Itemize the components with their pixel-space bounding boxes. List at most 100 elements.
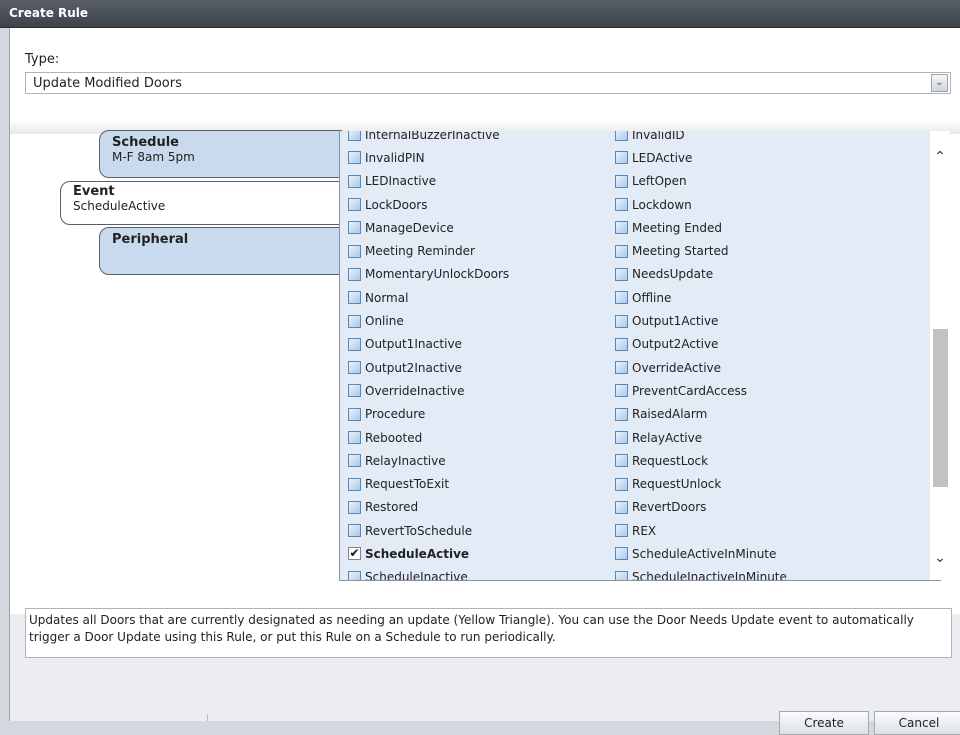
peripheral-card-title: Peripheral	[112, 232, 189, 247]
event-checkbox[interactable]	[615, 407, 628, 421]
event-checkbox-item[interactable]: NeedsUpdate	[615, 263, 787, 286]
event-checkbox[interactable]	[615, 361, 628, 375]
event-checkbox[interactable]	[348, 244, 361, 258]
event-checkbox[interactable]	[348, 174, 361, 188]
event-checkbox[interactable]	[348, 477, 361, 491]
peripheral-card[interactable]: Peripheral	[99, 227, 349, 275]
event-checkbox-label: Meeting Reminder	[365, 244, 475, 259]
scrollbar-thumb[interactable]	[933, 329, 948, 487]
event-checkbox-item[interactable]: OverrideActive	[615, 356, 787, 379]
event-checkbox-item[interactable]: Meeting Reminder	[348, 239, 509, 262]
event-checkbox[interactable]	[348, 221, 361, 235]
event-checkbox-item[interactable]: MomentaryUnlockDoors	[348, 263, 509, 286]
event-checkbox[interactable]	[615, 524, 628, 538]
event-checkbox-item[interactable]: Output2Inactive	[348, 356, 509, 379]
event-checkbox[interactable]	[348, 407, 361, 421]
event-checkbox-item[interactable]: LockDoors	[348, 193, 509, 216]
event-checkbox-label: LockDoors	[365, 197, 428, 212]
event-checkbox[interactable]	[615, 477, 628, 491]
event-checkbox[interactable]	[615, 244, 628, 258]
event-checkbox-item[interactable]: ScheduleInactive	[348, 566, 509, 581]
event-checkbox[interactable]	[348, 384, 361, 398]
event-checkbox[interactable]	[348, 131, 361, 142]
event-checkbox[interactable]	[348, 431, 361, 444]
create-button[interactable]: Create	[779, 711, 869, 735]
event-checkbox-item[interactable]: RequestToExit	[348, 472, 509, 495]
chevron-down-icon[interactable]: ⌄	[931, 74, 948, 92]
event-checkbox[interactable]	[348, 524, 361, 538]
event-checkbox-item[interactable]: RaisedAlarm	[615, 403, 787, 426]
chevron-up-icon[interactable]: ⌃	[930, 149, 950, 165]
event-checkbox-item[interactable]: PreventCardAccess	[615, 379, 787, 402]
type-select[interactable]: Update Modified Doors ⌄	[25, 72, 951, 94]
event-checkbox-item[interactable]: ScheduleInactiveInMinute	[615, 566, 787, 580]
event-checkbox[interactable]	[615, 131, 628, 142]
event-checkbox-item[interactable]: LEDActive	[615, 146, 787, 169]
schedule-card[interactable]: Schedule M-F 8am 5pm	[99, 130, 349, 178]
event-checkbox[interactable]	[615, 198, 628, 212]
event-checkbox-item[interactable]: Normal	[348, 286, 509, 309]
event-checkbox-item[interactable]: Meeting Ended	[615, 216, 787, 239]
event-checkbox[interactable]	[348, 570, 361, 580]
event-checkbox-item[interactable]: Offline	[615, 286, 787, 309]
event-checkbox[interactable]	[615, 431, 628, 444]
event-checkbox[interactable]	[348, 198, 361, 212]
event-checkbox[interactable]	[615, 151, 628, 165]
event-checkbox[interactable]	[348, 151, 361, 165]
event-checkbox[interactable]	[615, 337, 628, 351]
event-checkbox-item[interactable]: Restored	[348, 496, 509, 519]
event-checkbox-item[interactable]: InvalidID	[615, 131, 787, 146]
event-checkbox-item[interactable]: Rebooted	[348, 426, 509, 449]
event-checkbox-item[interactable]: RelayInactive	[348, 449, 509, 472]
event-checklist-panel: InternalBuzzerInactive InvalidPIN LEDInact…	[339, 131, 941, 581]
event-checkbox-item[interactable]: OverrideInactive	[348, 379, 509, 402]
type-select-value: Update Modified Doors	[33, 76, 182, 91]
event-checkbox-item[interactable]: RequestUnlock	[615, 472, 787, 495]
event-checkbox[interactable]: ✔	[348, 547, 361, 561]
event-checkbox[interactable]	[348, 291, 361, 305]
event-checkbox[interactable]	[348, 267, 361, 281]
event-checkbox[interactable]	[615, 221, 628, 235]
cancel-button[interactable]: Cancel	[874, 711, 960, 735]
event-checkbox-item[interactable]: Lockdown	[615, 193, 787, 216]
event-list-scrollbar[interactable]: ⌃ ⌄	[930, 131, 950, 580]
event-checkbox[interactable]	[615, 384, 628, 398]
event-checkbox-item[interactable]: Procedure	[348, 403, 509, 426]
event-checkbox[interactable]	[348, 314, 361, 328]
event-checkbox-item[interactable]: RevertToSchedule	[348, 519, 509, 542]
event-checkbox-item[interactable]: Output1Inactive	[348, 333, 509, 356]
event-checkbox-item[interactable]: Meeting Started	[615, 239, 787, 262]
event-checkbox-item[interactable]: Online	[348, 309, 509, 332]
event-checkbox-item[interactable]: ScheduleActiveInMinute	[615, 542, 787, 565]
event-checkbox-item[interactable]: RelayActive	[615, 426, 787, 449]
event-checkbox-item[interactable]: REX	[615, 519, 787, 542]
event-card[interactable]: Event ScheduleActive	[60, 181, 349, 225]
event-checkbox[interactable]	[615, 267, 628, 281]
event-checkbox[interactable]	[348, 337, 361, 351]
event-checkbox-item[interactable]: ManageDevice	[348, 216, 509, 239]
event-checklist-left-column: InternalBuzzerInactive InvalidPIN LEDInact…	[348, 131, 509, 581]
chevron-down-icon[interactable]: ⌄	[930, 550, 950, 566]
event-checkbox-item[interactable]: ✔ ScheduleActive	[348, 542, 509, 565]
event-checkbox[interactable]	[615, 547, 628, 561]
event-checkbox[interactable]	[615, 570, 628, 580]
event-checkbox[interactable]	[615, 314, 628, 328]
event-checkbox[interactable]	[348, 454, 361, 468]
event-checkbox-item[interactable]: LEDInactive	[348, 170, 509, 193]
event-checkbox[interactable]	[348, 500, 361, 514]
event-checkbox-item[interactable]: InternalBuzzerInactive	[348, 131, 509, 146]
event-checkbox-label: ScheduleInactive	[365, 570, 468, 581]
event-checkbox-item[interactable]: RequestLock	[615, 449, 787, 472]
event-checkbox-item[interactable]: InvalidPIN	[348, 146, 509, 169]
event-checkbox-label: PreventCardAccess	[632, 383, 748, 398]
event-checkbox-item[interactable]: Output2Active	[615, 333, 787, 356]
event-checkbox[interactable]	[615, 174, 628, 188]
event-checkbox-item[interactable]: LeftOpen	[615, 170, 787, 193]
event-checkbox[interactable]	[615, 500, 628, 514]
event-checkbox[interactable]	[348, 361, 361, 375]
event-checkbox[interactable]	[615, 454, 628, 468]
event-checkbox-label: Output2Inactive	[365, 360, 462, 375]
event-checkbox[interactable]	[615, 291, 628, 305]
event-checkbox-item[interactable]: RevertDoors	[615, 496, 787, 519]
event-checkbox-item[interactable]: Output1Active	[615, 309, 787, 332]
